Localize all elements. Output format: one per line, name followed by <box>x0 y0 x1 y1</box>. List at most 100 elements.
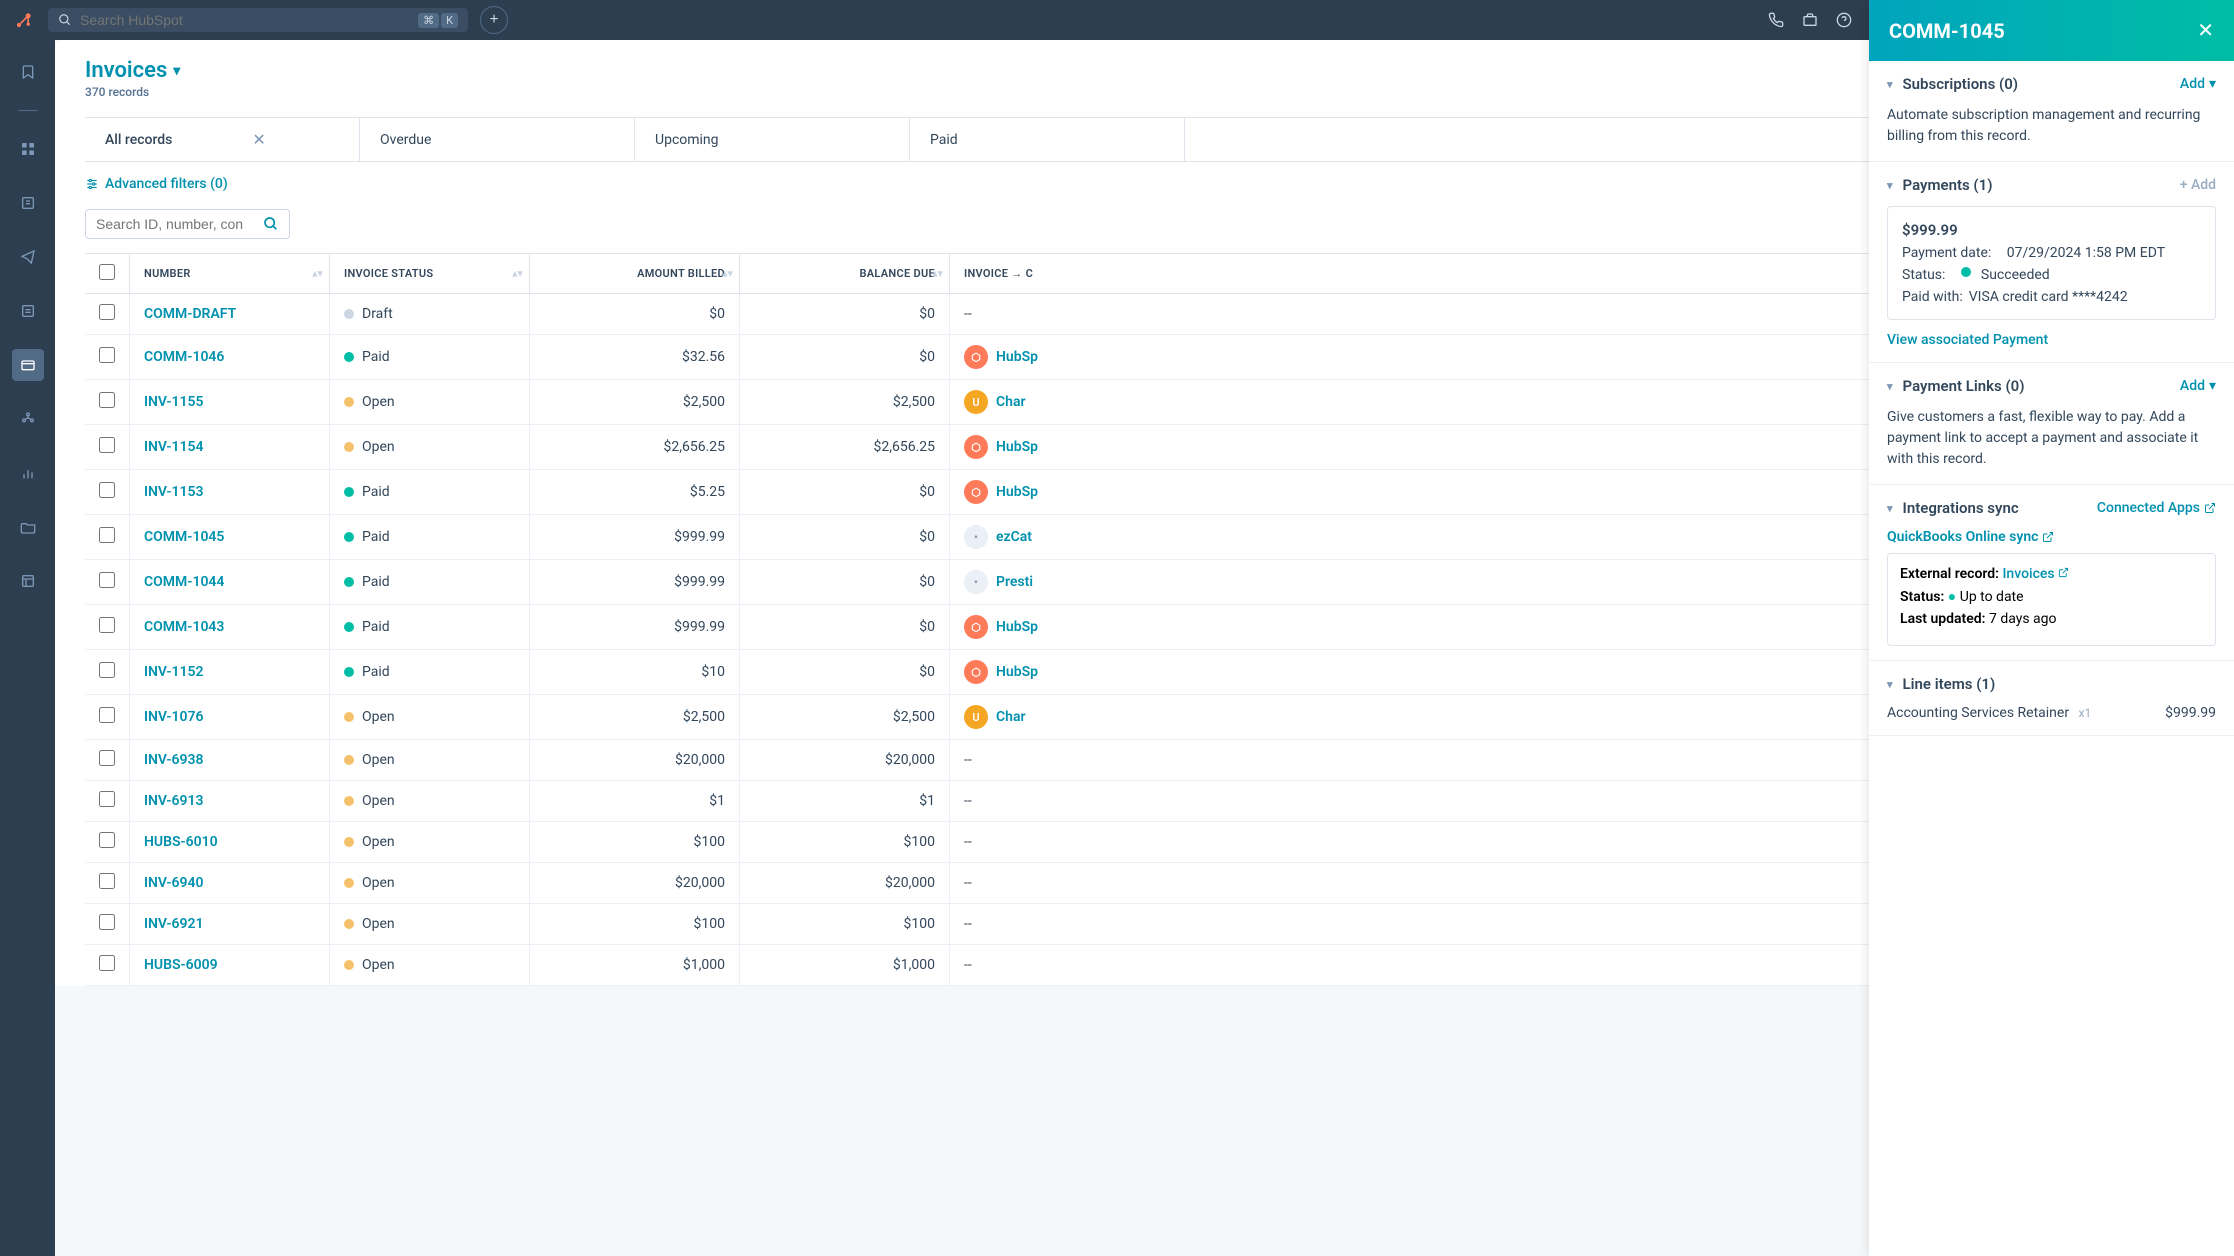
sort-icon: ▴▾ <box>312 270 323 277</box>
column-number[interactable]: Number▴▾ <box>130 254 330 294</box>
row-checkbox[interactable] <box>99 437 115 453</box>
invoice-number-link[interactable]: INV-1154 <box>144 439 203 455</box>
row-checkbox[interactable] <box>99 572 115 588</box>
connected-apps-link[interactable]: Connected Apps <box>2097 500 2216 516</box>
invoice-number-link[interactable]: HUBS-6010 <box>144 834 218 850</box>
contact-link[interactable]: Char <box>996 394 1026 410</box>
table-search-input[interactable] <box>96 216 255 232</box>
line-items-toggle[interactable]: ▾ Line items (1) <box>1887 675 1995 693</box>
contact-link[interactable]: HubSp <box>996 664 1038 680</box>
tab-all-records[interactable]: All records ✕ <box>85 118 360 161</box>
payments-add-button[interactable]: + Add <box>2180 177 2216 193</box>
row-checkbox[interactable] <box>99 873 115 889</box>
table-search[interactable] <box>85 209 290 239</box>
payments-toggle[interactable]: ▾ Payments (1) <box>1887 176 1992 194</box>
row-checkbox[interactable] <box>99 482 115 498</box>
tab-overdue[interactable]: Overdue <box>360 118 635 161</box>
phone-icon[interactable] <box>1768 12 1784 28</box>
create-button[interactable]: + <box>480 6 508 34</box>
row-checkbox[interactable] <box>99 304 115 320</box>
invoice-number-link[interactable]: COMM-1045 <box>144 529 224 545</box>
contact-link[interactable]: HubSp <box>996 439 1038 455</box>
select-all-checkbox[interactable] <box>99 264 115 280</box>
row-checkbox[interactable] <box>99 750 115 766</box>
chevron-down-icon: ▾ <box>2209 76 2216 92</box>
balance-cell: $0 <box>740 335 950 380</box>
payment-links-toggle[interactable]: ▾ Payment Links (0) <box>1887 377 2025 395</box>
subscriptions-section: ▾ Subscriptions (0) Add▾ Automate subscr… <box>1869 61 2234 162</box>
subscriptions-add-button[interactable]: Add▾ <box>2180 76 2216 92</box>
nav-workspaces-icon[interactable] <box>12 133 44 165</box>
nav-commerce-icon[interactable] <box>12 349 44 381</box>
column-balance[interactable]: Balance Due▴▾ <box>740 254 950 294</box>
invoice-number-link[interactable]: COMM-1044 <box>144 574 224 590</box>
invoice-number-link[interactable]: INV-6938 <box>144 752 203 768</box>
row-checkbox[interactable] <box>99 662 115 678</box>
invoice-number-link[interactable]: INV-1153 <box>144 484 203 500</box>
contact-link[interactable]: ezCat <box>996 529 1032 545</box>
balance-cell: $0 <box>740 515 950 560</box>
column-amount[interactable]: Amount Billed▴▾ <box>530 254 740 294</box>
select-all-header <box>85 254 130 294</box>
nav-bookmarks-icon[interactable] <box>12 56 44 88</box>
quickbooks-link[interactable]: QuickBooks Online sync <box>1887 529 2216 545</box>
invoice-number-link[interactable]: INV-6921 <box>144 916 203 932</box>
nav-crm-icon[interactable] <box>12 187 44 219</box>
invoice-number-link[interactable]: COMM-DRAFT <box>144 306 236 322</box>
row-checkbox[interactable] <box>99 707 115 723</box>
row-checkbox[interactable] <box>99 914 115 930</box>
advanced-filters-button[interactable]: Advanced filters (0) <box>85 176 228 192</box>
row-checkbox[interactable] <box>99 347 115 363</box>
contact-link[interactable]: HubSp <box>996 349 1038 365</box>
invoice-number-link[interactable]: INV-6913 <box>144 793 203 809</box>
tab-upcoming[interactable]: Upcoming <box>635 118 910 161</box>
status-dot-icon <box>344 667 354 677</box>
nav-marketing-icon[interactable] <box>12 241 44 273</box>
global-search-input[interactable] <box>80 12 410 28</box>
nav-reporting-icon[interactable] <box>12 457 44 489</box>
integrations-toggle[interactable]: ▾ Integrations sync <box>1887 499 2019 517</box>
invoice-number-link[interactable]: INV-1076 <box>144 709 203 725</box>
invoice-number-link[interactable]: COMM-1046 <box>144 349 224 365</box>
tab-paid[interactable]: Paid <box>910 118 1185 161</box>
payment-links-add-button[interactable]: Add▾ <box>2180 378 2216 394</box>
marketplace-icon[interactable] <box>1802 12 1818 28</box>
row-checkbox[interactable] <box>99 392 115 408</box>
status-text: Open <box>362 916 395 932</box>
column-status[interactable]: Invoice Status▴▾ <box>330 254 530 294</box>
contact-link[interactable]: HubSp <box>996 619 1038 635</box>
row-checkbox[interactable] <box>99 955 115 971</box>
contact-link[interactable]: Char <box>996 709 1026 725</box>
contact-link[interactable]: Presti <box>996 574 1033 590</box>
invoice-number-link[interactable]: COMM-1043 <box>144 619 224 635</box>
quickbooks-card: QuickBooks Online sync External record: … <box>1887 529 2216 646</box>
payment-card: $999.99 Payment date: 07/29/2024 1:58 PM… <box>1887 206 2216 320</box>
view-payment-link[interactable]: View associated Payment <box>1887 332 2048 348</box>
status-text: Draft <box>362 306 393 322</box>
nav-content-icon[interactable] <box>12 295 44 327</box>
invoice-number-link[interactable]: INV-1155 <box>144 394 203 410</box>
invoice-number-link[interactable]: HUBS-6009 <box>144 957 218 973</box>
balance-cell: $2,500 <box>740 380 950 425</box>
subscriptions-toggle[interactable]: ▾ Subscriptions (0) <box>1887 75 2018 93</box>
hubspot-logo-icon[interactable] <box>12 8 36 32</box>
row-checkbox[interactable] <box>99 791 115 807</box>
row-checkbox[interactable] <box>99 832 115 848</box>
row-checkbox[interactable] <box>99 617 115 633</box>
external-link-icon <box>2204 502 2216 514</box>
status-dot-icon <box>344 442 354 452</box>
global-search[interactable]: ⌘K <box>48 8 468 32</box>
avatar-icon: ⬡ <box>964 480 988 504</box>
row-checkbox[interactable] <box>99 527 115 543</box>
close-panel-button[interactable]: ✕ <box>2197 18 2214 43</box>
nav-templates-icon[interactable] <box>12 565 44 597</box>
nav-library-icon[interactable] <box>12 511 44 543</box>
status-text: Paid <box>362 574 390 590</box>
external-record-link[interactable]: Invoices <box>2002 566 2069 582</box>
invoice-number-link[interactable]: INV-1152 <box>144 664 203 680</box>
nav-automation-icon[interactable] <box>12 403 44 435</box>
contact-link[interactable]: HubSp <box>996 484 1038 500</box>
help-icon[interactable] <box>1836 12 1852 28</box>
close-icon[interactable]: ✕ <box>252 130 265 149</box>
invoice-number-link[interactable]: INV-6940 <box>144 875 203 891</box>
